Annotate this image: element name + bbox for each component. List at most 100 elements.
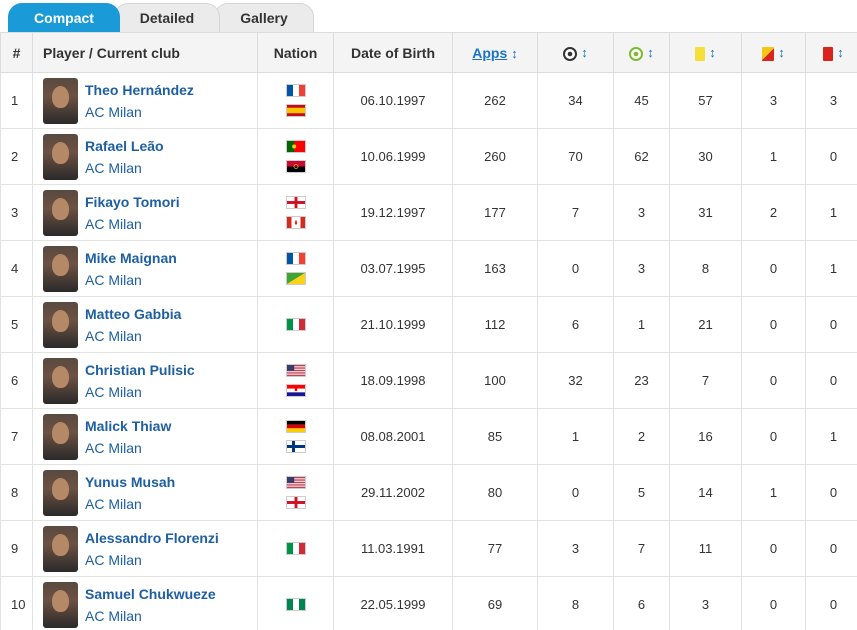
flag-germany-icon xyxy=(285,420,306,433)
club-link[interactable]: AC Milan xyxy=(85,269,177,291)
club-link[interactable]: AC Milan xyxy=(85,493,175,515)
assists-cell: 7 xyxy=(613,520,670,577)
club-link[interactable]: AC Milan xyxy=(85,157,164,179)
club-link[interactable]: AC Milan xyxy=(85,101,194,123)
apps-cell: 100 xyxy=(452,352,538,409)
red-card-icon xyxy=(823,46,834,61)
flag-italy-icon xyxy=(285,318,306,331)
assists-icon xyxy=(629,46,644,61)
player-photo[interactable] xyxy=(43,77,78,124)
goals-cell: 3 xyxy=(537,520,614,577)
apps-cell: 260 xyxy=(452,128,538,185)
table-row: 3 Fikayo Tomori AC Milan 19.12.1997 177 … xyxy=(0,184,857,241)
player-name-link[interactable]: Yunus Musah xyxy=(85,471,175,493)
player-name-link[interactable]: Rafael Leão xyxy=(85,135,164,157)
goals-cell: 0 xyxy=(537,240,614,297)
flag-croatia-icon xyxy=(285,384,306,397)
player-photo[interactable] xyxy=(43,245,78,292)
nation-cell xyxy=(257,352,334,409)
sort-arrows-icon[interactable]: ↕ xyxy=(581,45,588,60)
player-photo[interactable] xyxy=(43,133,78,180)
player-photo[interactable] xyxy=(43,189,78,236)
red-cards-cell: 1 xyxy=(805,240,857,297)
row-number: 1 xyxy=(0,72,33,129)
yellow-cards-cell: 21 xyxy=(669,296,742,353)
assists-cell: 3 xyxy=(613,184,670,241)
player-name-link[interactable]: Malick Thiaw xyxy=(85,415,171,437)
player-cell: Fikayo Tomori AC Milan xyxy=(32,184,258,241)
flag-france-icon xyxy=(285,84,306,97)
apps-cell: 262 xyxy=(452,72,538,129)
goals-cell: 0 xyxy=(537,464,614,521)
flag-england-icon xyxy=(285,496,306,509)
red-cards-cell: 0 xyxy=(805,352,857,409)
club-link[interactable]: AC Milan xyxy=(85,325,181,347)
player-cell: Samuel Chukwueze AC Milan xyxy=(32,576,258,630)
dob-cell: 08.08.2001 xyxy=(333,408,453,465)
flag-canada-icon xyxy=(285,216,306,229)
second-yellow-cell: 0 xyxy=(741,240,806,297)
player-name-link[interactable]: Matteo Gabbia xyxy=(85,303,181,325)
player-photo[interactable] xyxy=(43,357,78,404)
header-second-yellow: ↕ xyxy=(741,32,806,73)
player-name-link[interactable]: Alessandro Florenzi xyxy=(85,527,219,549)
squad-stats-table: # Player / Current club Nation Date of B… xyxy=(0,32,857,630)
goals-cell: 34 xyxy=(537,72,614,129)
player-photo[interactable] xyxy=(43,469,78,516)
player-name-link[interactable]: Christian Pulisic xyxy=(85,359,195,381)
row-number: 5 xyxy=(0,296,33,353)
header-dob: Date of Birth xyxy=(333,32,453,73)
yellow-cards-cell: 8 xyxy=(669,240,742,297)
row-number: 10 xyxy=(0,576,33,630)
sort-arrows-icon[interactable]: ↕ xyxy=(709,45,716,60)
red-cards-cell: 1 xyxy=(805,408,857,465)
club-link[interactable]: AC Milan xyxy=(85,213,180,235)
table-row: 5 Matteo Gabbia AC Milan 21.10.1999 112 … xyxy=(0,296,857,353)
player-photo[interactable] xyxy=(43,413,78,460)
tab-detailed[interactable]: Detailed xyxy=(114,3,220,35)
dob-cell: 10.06.1999 xyxy=(333,128,453,185)
player-photo[interactable] xyxy=(43,525,78,572)
sort-arrows-icon[interactable]: ↕ xyxy=(511,46,518,61)
goals-cell: 7 xyxy=(537,184,614,241)
nation-cell xyxy=(257,184,334,241)
header-num: # xyxy=(0,32,33,73)
second-yellow-card-icon xyxy=(762,46,775,61)
assists-cell: 45 xyxy=(613,72,670,129)
goals-cell: 32 xyxy=(537,352,614,409)
dob-cell: 29.11.2002 xyxy=(333,464,453,521)
club-link[interactable]: AC Milan xyxy=(85,381,195,403)
yellow-cards-cell: 57 xyxy=(669,72,742,129)
row-number: 6 xyxy=(0,352,33,409)
club-link[interactable]: AC Milan xyxy=(85,549,219,571)
second-yellow-cell: 3 xyxy=(741,72,806,129)
player-name-link[interactable]: Theo Hernández xyxy=(85,79,194,101)
club-link[interactable]: AC Milan xyxy=(85,437,171,459)
goals-icon xyxy=(563,46,578,61)
red-cards-cell: 0 xyxy=(805,296,857,353)
nation-cell xyxy=(257,296,334,353)
apps-cell: 80 xyxy=(452,464,538,521)
second-yellow-cell: 0 xyxy=(741,296,806,353)
player-cell: Mike Maignan AC Milan xyxy=(32,240,258,297)
sort-arrows-icon[interactable]: ↕ xyxy=(837,45,844,60)
player-name-link[interactable]: Mike Maignan xyxy=(85,247,177,269)
header-assists: ↕ xyxy=(613,32,670,73)
header-red-cards: ↕ xyxy=(805,32,857,73)
flag-finland-icon xyxy=(285,440,306,453)
tab-compact[interactable]: Compact xyxy=(8,3,120,35)
tab-gallery[interactable]: Gallery xyxy=(214,3,314,35)
second-yellow-cell: 0 xyxy=(741,408,806,465)
player-photo[interactable] xyxy=(43,581,78,628)
sort-arrows-icon[interactable]: ↕ xyxy=(778,45,785,60)
sort-arrows-icon[interactable]: ↕ xyxy=(647,45,654,60)
nation-cell xyxy=(257,576,334,630)
assists-cell: 5 xyxy=(613,464,670,521)
player-name-link[interactable]: Fikayo Tomori xyxy=(85,191,180,213)
club-link[interactable]: AC Milan xyxy=(85,605,216,627)
sort-apps-link[interactable]: Apps xyxy=(472,45,507,61)
flag-spain-icon xyxy=(285,104,306,117)
red-cards-cell: 3 xyxy=(805,72,857,129)
player-name-link[interactable]: Samuel Chukwueze xyxy=(85,583,216,605)
player-photo[interactable] xyxy=(43,301,78,348)
